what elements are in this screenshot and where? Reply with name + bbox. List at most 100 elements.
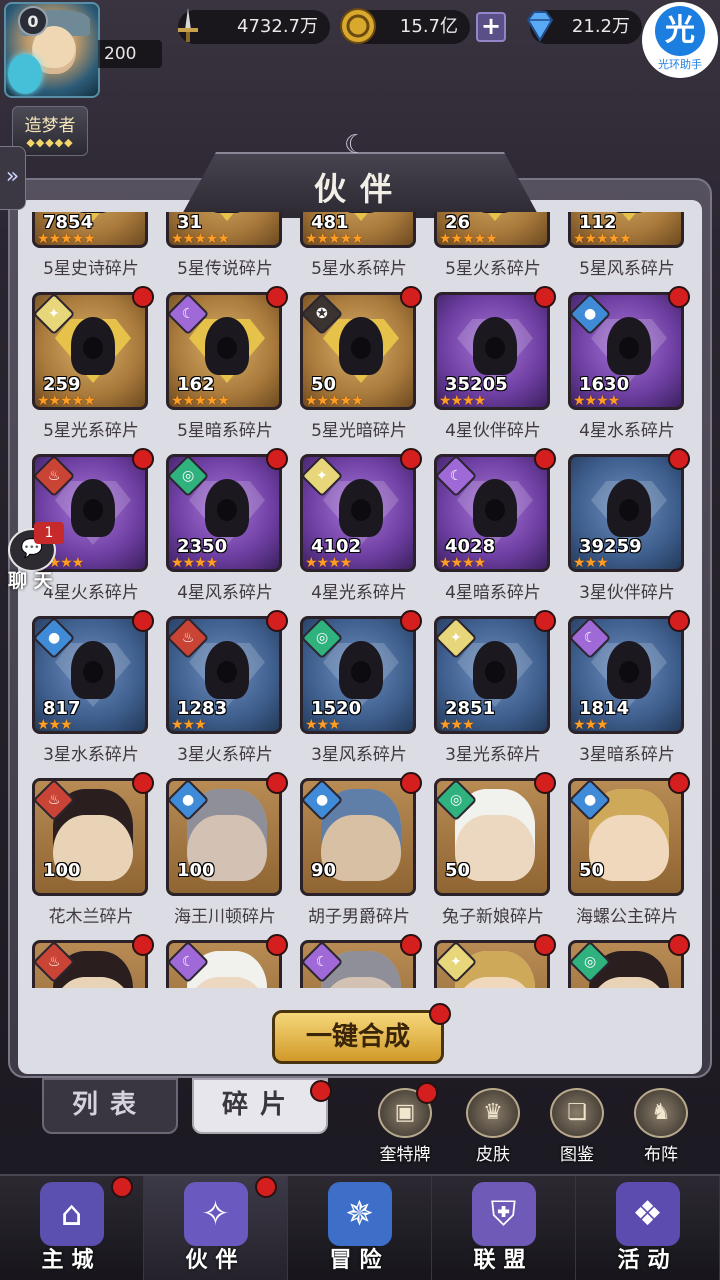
fragment-label: 4星水系碎片 xyxy=(579,421,675,441)
fragment-card[interactable]: ● 90 xyxy=(300,778,416,896)
hooded-figure-icon xyxy=(205,212,249,213)
gold-display: 15.7亿 xyxy=(340,8,470,44)
fragment-card[interactable]: ● 50 xyxy=(568,778,684,896)
fragment-card[interactable]: ☾ 162 ★★★★★ xyxy=(166,292,282,410)
fragment-cell[interactable]: ☾ 4028 ★★★★ 4星暗系碎片 xyxy=(428,448,556,604)
add-currency-button[interactable]: + xyxy=(476,12,506,42)
one-click-synthesize-button[interactable]: 一键合成 xyxy=(272,1003,451,1064)
fragment-card[interactable]: 112 ★★★★★ xyxy=(568,212,684,248)
fragment-cell[interactable]: ● 817 ★★★ 3星水系碎片 xyxy=(26,610,154,766)
fragment-card[interactable]: 26 ★★★★★ xyxy=(434,212,550,248)
fragment-card[interactable]: ◎ 1520 ★★★ xyxy=(300,616,416,734)
fragment-cell[interactable]: ♨ 100 花木兰碎片 xyxy=(26,772,154,928)
fragment-count: 90 xyxy=(311,860,337,881)
tab-fragments[interactable]: 碎片 xyxy=(192,1078,332,1134)
title-stars: ◆◆◆◆◆ xyxy=(26,136,74,149)
fragment-count: 1814 xyxy=(579,698,630,719)
fragment-grid-viewport[interactable]: 7854 ★★★★★ 5星史诗碎片 31 ★★★★★ 5星传说碎片 481 ★★★★★ 5星水系… xyxy=(26,212,694,988)
fragment-cell[interactable]: ✦ xyxy=(428,934,556,988)
chat-button[interactable]: 💬 1 聊 天 xyxy=(4,522,64,592)
fragment-cell[interactable]: ☾ xyxy=(160,934,288,988)
fragment-card[interactable]: 7854 ★★★★★ xyxy=(32,212,148,248)
player-level: 200 xyxy=(98,40,162,68)
nav-item-4[interactable]: ❖ 活动 xyxy=(576,1176,720,1280)
tab-list[interactable]: 列表 xyxy=(42,1078,178,1134)
star-rating: ★★★ xyxy=(37,717,73,733)
nav-item-0[interactable]: ⌂ 主城 xyxy=(0,1176,144,1280)
fragment-cell[interactable]: ◎ xyxy=(562,934,690,988)
sword-icon xyxy=(166,4,210,48)
fragment-cell[interactable]: ♨ 1283 ★★★ 3星火系碎片 xyxy=(160,610,288,766)
star-rating: ★★★ xyxy=(573,555,609,571)
fragment-card[interactable]: ☾ xyxy=(166,940,282,988)
fragment-card[interactable]: ◎ xyxy=(568,940,684,988)
fragment-cell[interactable]: ◎ 2350 ★★★★ 4星风系碎片 xyxy=(160,448,288,604)
fragment-card[interactable]: ♨ xyxy=(32,940,148,988)
fragment-card[interactable]: ● 817 ★★★ xyxy=(32,616,148,734)
shortcut-3[interactable]: ♞ 布阵 xyxy=(626,1088,696,1165)
notification-dot xyxy=(266,772,288,794)
notification-dot xyxy=(668,610,690,632)
shortcut-2[interactable]: ❏ 图鉴 xyxy=(542,1088,612,1165)
shortcut-0[interactable]: ▣ 奎特牌 xyxy=(370,1082,440,1165)
fragment-label: 海螺公主碎片 xyxy=(576,907,678,927)
helper-app-button[interactable]: 光 光环助手 xyxy=(642,2,718,78)
fragment-cell[interactable]: ✪ 50 ★★★★★ 5星光暗碎片 xyxy=(294,286,422,442)
fragment-card[interactable]: ♨ 100 xyxy=(32,778,148,896)
fragment-card[interactable]: ◎ 2350 ★★★★ xyxy=(166,454,282,572)
nav-item-2[interactable]: ✵ 冒险 xyxy=(288,1176,432,1280)
fragment-cell[interactable]: ♨ xyxy=(26,934,154,988)
hooded-figure-icon xyxy=(71,641,115,699)
nav-item-1[interactable]: ✧ 伙伴 xyxy=(144,1176,288,1280)
helper-label: 光环助手 xyxy=(658,58,702,71)
notification-dot xyxy=(132,934,154,956)
fragment-cell[interactable]: ☾ xyxy=(294,934,422,988)
fragment-card[interactable]: 31 ★★★★★ xyxy=(166,212,282,248)
fragment-cell[interactable]: ☾ 162 ★★★★★ 5星暗系碎片 xyxy=(160,286,288,442)
fragment-cell[interactable]: 481 ★★★★★ 5星水系碎片 xyxy=(294,212,418,280)
fragment-cell[interactable]: 112 ★★★★★ 5星风系碎片 xyxy=(562,212,686,280)
tab-fragments-label: 碎片 xyxy=(221,1090,298,1120)
fragment-card[interactable]: 481 ★★★★★ xyxy=(300,212,416,248)
nav-item-3[interactable]: ⛨ 联盟 xyxy=(432,1176,576,1280)
side-expand-arrow-icon[interactable]: » xyxy=(0,146,26,210)
fragment-card[interactable]: ● 100 xyxy=(166,778,282,896)
fragment-cell[interactable]: 26 ★★★★★ 5星火系碎片 xyxy=(428,212,552,280)
fragment-cell[interactable]: ◎ 50 兔子新娘碎片 xyxy=(428,772,556,928)
fragment-count: 817 xyxy=(43,698,81,719)
fragment-cell[interactable]: ● 50 海螺公主碎片 xyxy=(562,772,690,928)
star-rating: ★★★★★ xyxy=(305,231,364,247)
fragment-cell[interactable]: ● 100 海王川顿碎片 xyxy=(160,772,288,928)
fragment-card[interactable]: ☾ xyxy=(300,940,416,988)
fragment-card[interactable]: ♨ 1283 ★★★ xyxy=(166,616,282,734)
fragment-cell[interactable]: ◎ 1520 ★★★ 3星风系碎片 xyxy=(294,610,422,766)
fragment-cell[interactable]: ✦ 259 ★★★★★ 5星光系碎片 xyxy=(26,286,154,442)
fragment-card[interactable]: ● 1630 ★★★★ xyxy=(568,292,684,410)
hooded-figure-icon xyxy=(473,317,517,375)
fragment-card[interactable]: 39259 ★★★ xyxy=(568,454,684,572)
fragment-cell[interactable]: 39259 ★★★ 3星伙伴碎片 xyxy=(562,448,690,604)
fragment-card[interactable]: ☾ 1814 ★★★ xyxy=(568,616,684,734)
fragment-card[interactable]: ✦ xyxy=(434,940,550,988)
hooded-figure-icon xyxy=(607,317,651,375)
fragment-label: 5星传说碎片 xyxy=(177,259,273,279)
shortcut-1[interactable]: ♛ 皮肤 xyxy=(458,1088,528,1165)
fragment-card[interactable]: 35205 ★★★★ xyxy=(434,292,550,410)
fragment-card[interactable]: ✦ 4102 ★★★★ xyxy=(300,454,416,572)
nav-icon: ⛨ xyxy=(471,1182,536,1246)
fragment-cell[interactable]: ● 90 胡子男爵碎片 xyxy=(294,772,422,928)
notification-dot xyxy=(310,1080,332,1102)
fragment-label: 4星风系碎片 xyxy=(177,583,273,603)
fragment-card[interactable]: ✪ 50 ★★★★★ xyxy=(300,292,416,410)
fragment-cell[interactable]: ☾ 1814 ★★★ 3星暗系碎片 xyxy=(562,610,690,766)
fragment-card[interactable]: ✦ 2851 ★★★ xyxy=(434,616,550,734)
fragment-card[interactable]: ◎ 50 xyxy=(434,778,550,896)
fragment-card[interactable]: ☾ 4028 ★★★★ xyxy=(434,454,550,572)
fragment-cell[interactable]: 31 ★★★★★ 5星传说碎片 xyxy=(160,212,284,280)
fragment-cell[interactable]: ✦ 2851 ★★★ 3星光系碎片 xyxy=(428,610,556,766)
fragment-cell[interactable]: ✦ 4102 ★★★★ 4星光系碎片 xyxy=(294,448,422,604)
fragment-card[interactable]: ✦ 259 ★★★★★ xyxy=(32,292,148,410)
fragment-cell[interactable]: 35205 ★★★★ 4星伙伴碎片 xyxy=(428,286,556,442)
fragment-cell[interactable]: ● 1630 ★★★★ 4星水系碎片 xyxy=(562,286,690,442)
fragment-cell[interactable]: 7854 ★★★★★ 5星史诗碎片 xyxy=(26,212,150,280)
